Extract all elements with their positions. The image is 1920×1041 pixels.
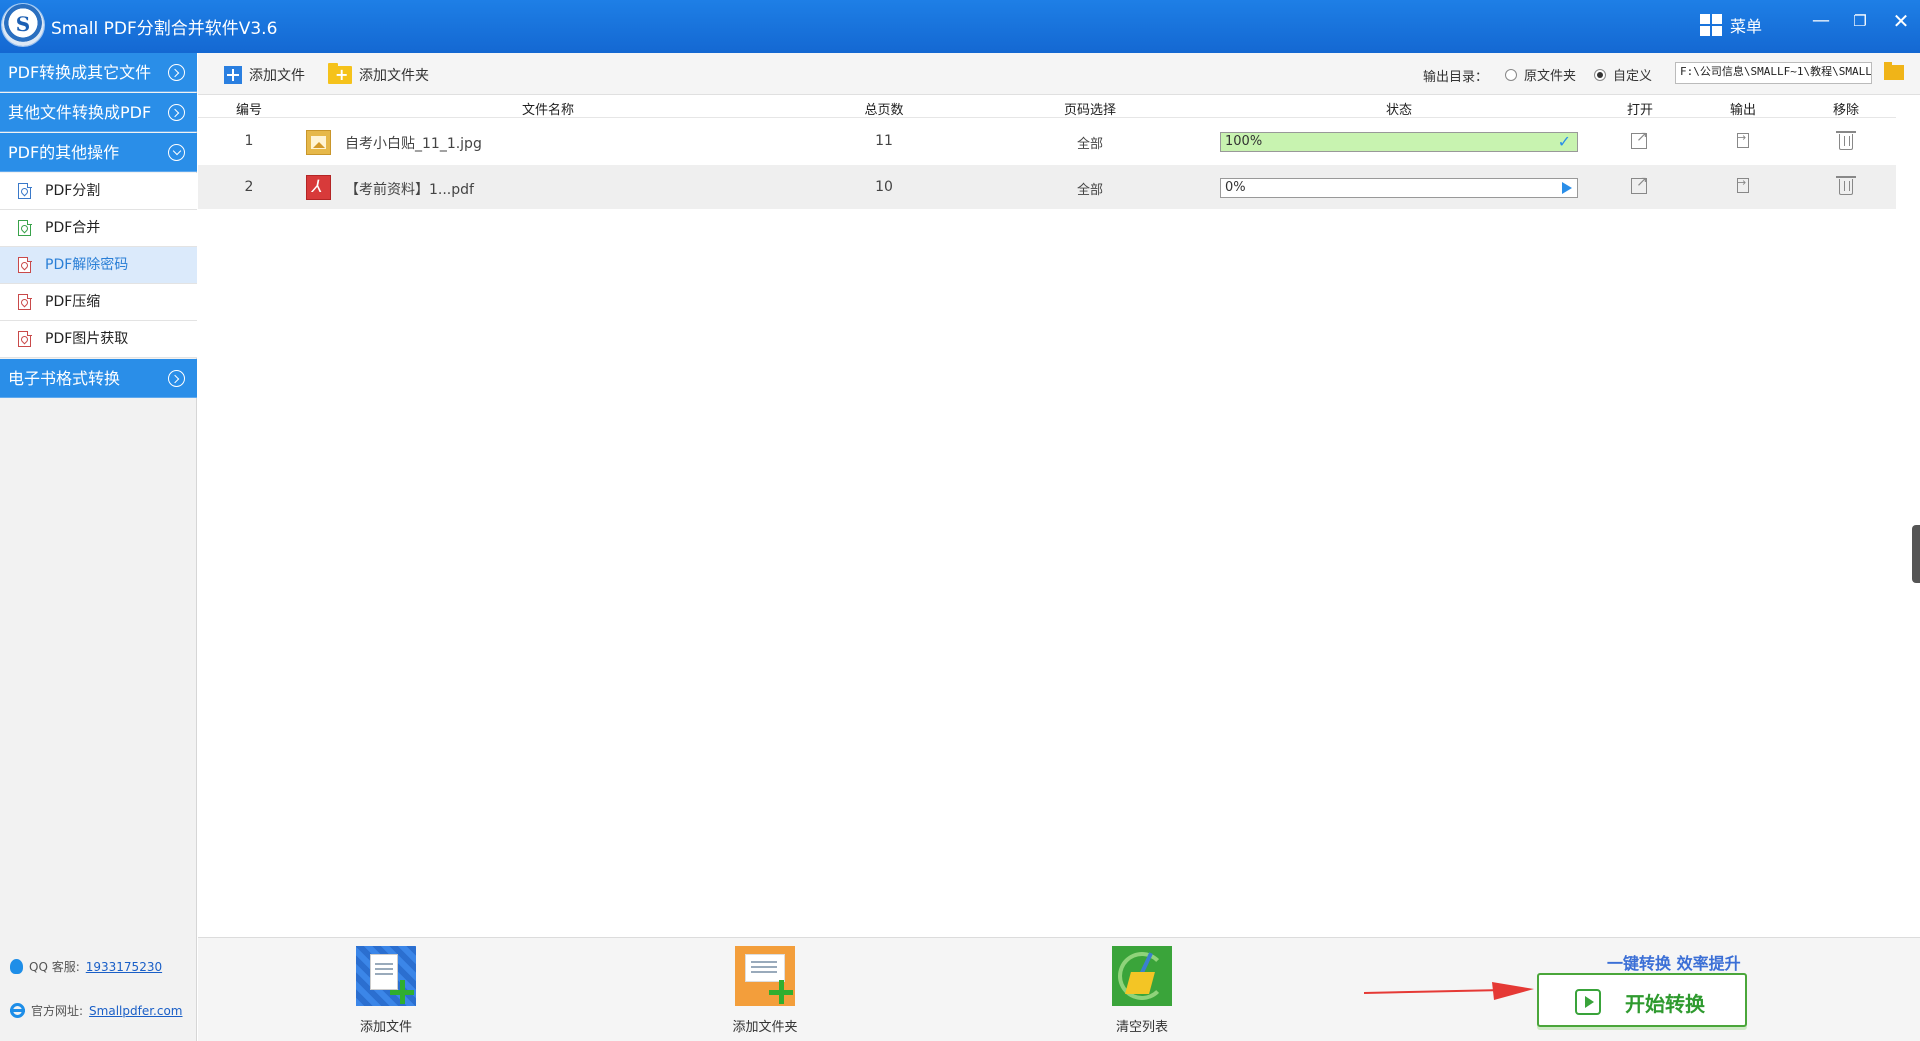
sidebar-item-pdf-compress[interactable]: PDF压缩 (0, 284, 197, 321)
sidebar-item-pdf-image-extract[interactable]: PDF图片获取 (0, 321, 197, 358)
qq-icon (10, 959, 23, 974)
radio-original-folder[interactable]: 原文件夹 (1505, 65, 1576, 84)
output-icon[interactable] (1737, 176, 1749, 193)
grid-icon (1700, 14, 1722, 36)
browser-icon (10, 1003, 25, 1018)
title-bar: S Small PDF分割合并软件V3.6 菜单 — ❐ ✕ (0, 0, 1920, 53)
bottom-add-file-button[interactable]: 添加文件 (341, 946, 431, 1035)
app-title: Small PDF分割合并软件V3.6 (51, 19, 278, 39)
sidebar-category-pdf-to-other[interactable]: PDF转换成其它文件 (0, 53, 197, 92)
toolbar: 添加文件 添加文件夹 输出目录： 原文件夹 自定义 F:\公司信息\SMALLF… (198, 53, 1920, 95)
open-external-icon[interactable] (1631, 129, 1648, 149)
menu-button[interactable]: 菜单 (1700, 12, 1762, 38)
start-convert-button[interactable]: 开始转换 (1537, 973, 1747, 1027)
menu-label: 菜单 (1730, 17, 1763, 36)
row-pages: 11 (875, 133, 893, 149)
image-file-icon (306, 130, 331, 155)
website-link[interactable]: Smallpdfer.com (89, 1004, 182, 1018)
radio-icon (1505, 68, 1517, 81)
chevron-right-icon (168, 370, 185, 387)
qq-contact: QQ 客服: 1933175230 (10, 958, 162, 975)
header-output: 输出 (1729, 103, 1757, 118)
sidebar-item-pdf-unlock[interactable]: PDF解除密码 (0, 247, 197, 284)
add-file-icon (356, 946, 416, 1006)
bottom-panel: 添加文件 添加文件夹 清空列表 一键转换 效率提升 开始转换 (198, 937, 1920, 1041)
sidebar: PDF转换成其它文件 其他文件转换成PDF PDF的其他操作 PDF分割 PDF… (0, 53, 197, 1041)
play-icon (1562, 182, 1572, 194)
plus-icon (224, 66, 242, 84)
radio-custom-folder[interactable]: 自定义 (1594, 65, 1652, 84)
slogan-text: 一键转换 效率提升 (1607, 954, 1741, 973)
chevron-right-icon (168, 64, 185, 81)
pdf-file-icon (18, 256, 32, 273)
sidebar-category-other-to-pdf[interactable]: 其他文件转换成PDF (0, 93, 197, 132)
open-external-icon[interactable] (1631, 174, 1648, 194)
row-pages: 10 (875, 179, 893, 195)
output-dir-label: 输出目录： (1423, 70, 1489, 85)
row-index: 2 (244, 179, 254, 195)
minimize-button[interactable]: — (1806, 8, 1836, 34)
table-row[interactable]: 1 自考小白贴_11_1.jpg 11 全部 100% ✓ (198, 119, 1896, 165)
output-path-field[interactable]: F:\公司信息\SMALLF~1\教程\SMALLF (1675, 62, 1872, 84)
chevron-right-icon (168, 104, 185, 121)
pdf-file-icon (18, 219, 32, 236)
row-page-select[interactable]: 全部 (1077, 179, 1103, 198)
side-scroll-handle[interactable] (1912, 525, 1920, 583)
sidebar-category-ebook[interactable]: 电子书格式转换 (0, 359, 197, 398)
header-page-select: 页码选择 (1063, 103, 1117, 118)
add-folder-button[interactable]: 添加文件夹 (328, 63, 429, 85)
pdf-file-icon (306, 175, 331, 200)
play-icon (1575, 989, 1601, 1015)
header-filename: 文件名称 (521, 103, 575, 118)
table-row[interactable]: 2 【考前资料】1...pdf 10 全部 0% (198, 165, 1896, 209)
pdf-file-icon (18, 293, 32, 310)
header-open: 打开 (1626, 103, 1654, 118)
radio-checked-icon (1594, 68, 1606, 81)
add-folder-icon (735, 946, 795, 1006)
qq-link[interactable]: 1933175230 (86, 960, 162, 974)
red-arrow-icon (1364, 982, 1534, 1000)
sidebar-item-pdf-merge[interactable]: PDF合并 (0, 210, 197, 247)
pdf-file-icon (18, 330, 32, 347)
trash-icon[interactable] (1836, 131, 1856, 150)
broom-icon (1112, 946, 1172, 1006)
restore-button[interactable]: ❐ (1845, 8, 1875, 34)
close-button[interactable]: ✕ (1886, 8, 1916, 34)
row-index: 1 (244, 133, 254, 149)
folder-add-icon (328, 63, 352, 84)
browse-folder-icon[interactable] (1884, 62, 1904, 80)
header-index: 编号 (235, 103, 263, 118)
header-remove: 移除 (1832, 103, 1860, 118)
pdf-file-icon (18, 182, 32, 199)
app-logo: S (2, 4, 44, 46)
website-contact: 官方网址: Smallpdfer.com (10, 1002, 183, 1019)
add-file-button[interactable]: 添加文件 (224, 65, 305, 85)
bottom-add-folder-button[interactable]: 添加文件夹 (720, 946, 810, 1035)
row-page-select[interactable]: 全部 (1077, 133, 1103, 152)
header-pages: 总页数 (864, 103, 904, 118)
row-filename: 自考小白贴_11_1.jpg (345, 136, 482, 152)
row-filename: 【考前资料】1...pdf (345, 182, 474, 198)
header-status: 状态 (1385, 103, 1413, 118)
chevron-down-icon (168, 144, 185, 161)
table-header: 编号 文件名称 总页数 页码选择 状态 打开 输出 移除 (198, 95, 1896, 118)
output-icon[interactable] (1737, 131, 1749, 148)
trash-icon[interactable] (1836, 176, 1856, 195)
check-icon: ✓ (1557, 132, 1571, 151)
sidebar-category-pdf-other-ops[interactable]: PDF的其他操作 (0, 133, 197, 172)
sidebar-item-pdf-split[interactable]: PDF分割 (0, 173, 197, 210)
clear-list-button[interactable]: 清空列表 (1097, 946, 1187, 1035)
progress-bar: 100% ✓ (1220, 132, 1578, 152)
progress-bar: 0% (1220, 178, 1578, 198)
